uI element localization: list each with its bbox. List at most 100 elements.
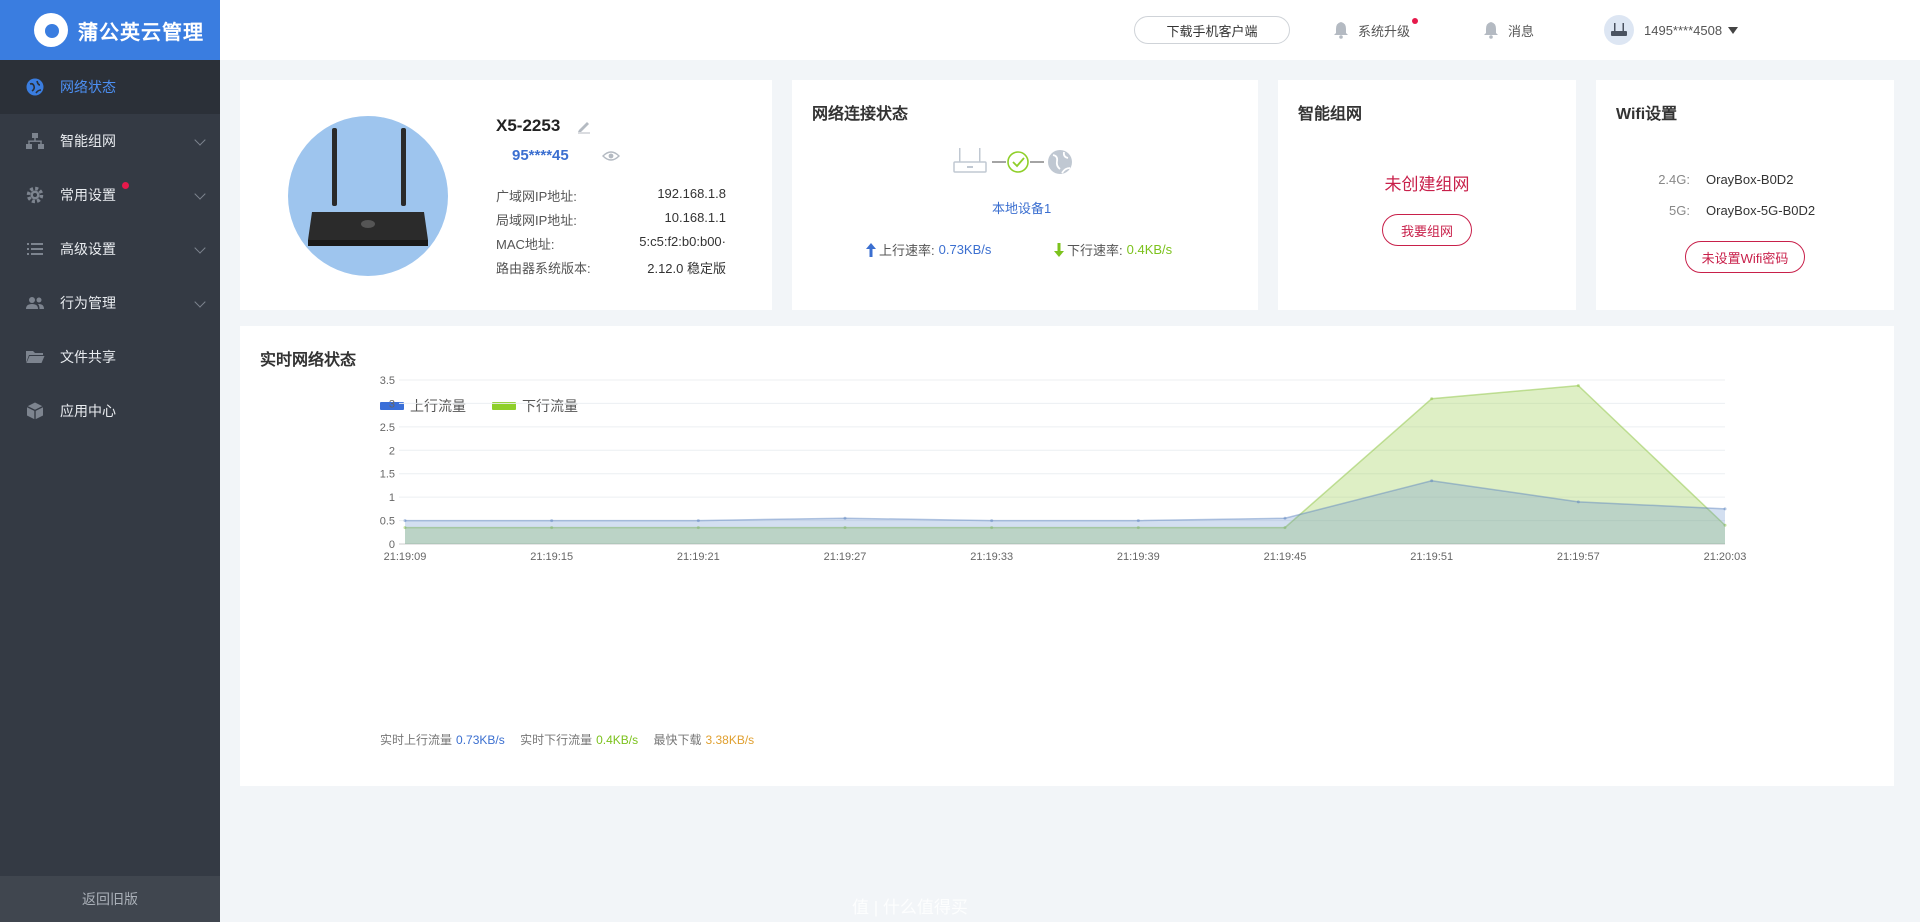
card-title: Wifi设置 [1616,106,1678,123]
x-tick-label: 21:20:03 [1704,551,1747,563]
data-point [1723,507,1727,511]
x-tick-label: 21:19:45 [1264,551,1307,563]
download-label: 下行速率: [1067,243,1123,258]
x-tick-label: 21:19:57 [1557,551,1600,563]
x-tick-label: 21:19:51 [1410,551,1453,563]
sidebar-item-label: 常用设置 [60,187,116,203]
chevron-down-icon [194,134,206,146]
globe-icon [24,76,46,98]
data-point [1576,384,1580,388]
logo-icon [34,13,68,47]
sidebar-item-behavior-management[interactable]: 行为管理 [0,276,220,330]
download-client-button[interactable]: 下载手机客户端 [1134,16,1290,44]
smart-network-card: 智能组网 未创建组网 我要组网 [1278,80,1576,310]
download-value: 0.4KB/s [1126,242,1173,257]
chevron-down-icon [194,188,206,200]
list-icon [24,238,46,260]
band-label: 5G: [1669,203,1690,218]
data-point [1430,479,1434,483]
sidebar-item-label: 网络状态 [60,79,116,95]
y-tick-label: 1 [389,492,395,504]
sidebar-item-app-center[interactable]: 应用中心 [0,384,220,438]
sidebar-item-advanced-settings[interactable]: 高级设置 [0,222,220,276]
wifi-card: Wifi设置 2.4G: OrayBox-B0D2 5G: OrayBox-5G… [1596,80,1894,310]
stat-down-label: 实时下行流量 [520,733,593,747]
folder-icon [24,346,46,368]
y-tick-label: 0.5 [380,516,395,528]
check-icon [1007,151,1029,173]
back-to-old-version-button[interactable]: 返回旧版 [0,876,220,922]
top-header: 下载手机客户端 系统升级 消息 1495****4508 [220,0,1920,60]
create-network-button[interactable]: 我要组网 [1382,214,1472,246]
device-sn: 95****45 [512,147,569,164]
x-tick-label: 21:19:27 [824,551,867,563]
smart-network-status: 未创建组网 [1384,175,1470,194]
sidebar: 蒲公英云管理 网络状态 智能组网 常用设置 高级设置 行为管理 文件共享 应用中… [0,0,220,922]
globe-icon [1048,150,1072,174]
device-name: X5-2253 [496,116,561,135]
lan-ip-value: 10.168.1.1 [664,210,726,225]
card-title: 智能组网 [1298,106,1363,123]
stat-max-label: 最快下载 [653,733,702,747]
chevron-down-icon [194,296,206,308]
sidebar-item-file-sharing[interactable]: 文件共享 [0,330,220,384]
lan-ip-label: 局域网IP地址: [496,213,577,228]
router-icon [1611,23,1627,36]
traffic-chart: 0 0.5 1 1.5 2 2.5 3 3.5 21:19:09 21:19:15 21:19:21… [380,375,1747,563]
network-icon [24,130,46,152]
edit-icon[interactable] [576,118,592,134]
firmware-label: 路由器系统版本: [496,261,591,276]
system-upgrade-button[interactable]: 系统升级 [1334,0,1418,60]
bell-icon [1484,22,1498,39]
notification-dot [1412,18,1418,24]
data-point [990,519,994,523]
upload-value: 0.73KB/s [938,242,992,257]
x-tick-label: 21:19:21 [677,551,720,563]
x-tick-label: 21:19:09 [384,551,427,563]
wan-ip-row: 广域网IP地址: 192.168.1.8 [496,186,726,205]
arrow-up-icon [866,242,876,257]
chevron-down-icon [194,242,206,254]
data-point [550,519,554,523]
set-wifi-password-button[interactable]: 未设置Wifi密码 [1685,241,1805,273]
wan-ip-label: 广域网IP地址: [496,189,577,204]
sidebar-item-network-status[interactable]: 网络状态 [0,60,220,114]
band-ssid: OrayBox-5G-B0D2 [1706,203,1816,218]
card-title: 网络连接状态 [812,106,909,123]
sidebar-item-label: 智能组网 [60,133,116,149]
data-point [843,516,847,520]
eye-icon[interactable] [602,150,620,162]
stat-up-label: 实时上行流量 [380,733,453,747]
x-tick-label: 21:19:39 [1117,551,1160,563]
sidebar-item-common-settings[interactable]: 常用设置 [0,168,220,222]
sidebar-item-label: 应用中心 [60,403,116,419]
sidebar-item-smart-network[interactable]: 智能组网 [0,114,220,168]
realtime-status-card: 实时网络状态 上行流量 下行流量 0 0.5 1 1.5 2 2.5 3 3.5 21:19:0… [240,326,1894,786]
traffic-stats: 实时上行流量 0.73KB/s 实时下行流量 0.4KB/s 最快下载 3.38KB/… [380,731,758,748]
router-image [288,116,448,276]
system-upgrade-label: 系统升级 [1358,23,1411,39]
sidebar-item-label: 文件共享 [60,349,116,365]
x-tick-label: 21:19:33 [970,551,1013,563]
y-tick-label: 1.5 [380,469,395,481]
y-tick-label: 0 [389,539,395,551]
local-device-label: 本地设备1 [992,201,1052,216]
account-menu[interactable]: 1495****4508 [1604,0,1739,60]
logo-bar[interactable]: 蒲公英云管理 [0,0,220,60]
download-speed: 下行速率: 0.4KB/s [1054,240,1172,259]
logo-text: 蒲公英云管理 [78,21,204,44]
messages-button[interactable]: 消息 [1484,0,1534,60]
firmware-row: 路由器系统版本: 2.12.0 稳定版 [496,258,726,277]
data-point [403,519,407,523]
x-tick-label: 21:19:15 [530,551,573,563]
mac-label: MAC地址: [496,237,555,252]
band-label: 2.4G: [1658,172,1690,187]
upload-label: 上行速率: [879,243,935,258]
stat-max-value: 3.38KB/s [705,733,755,747]
gear-icon [24,184,46,206]
sidebar-item-label: 行为管理 [60,295,116,311]
device-card: X5-2253 95****45 广域网IP地址: 192.168.1.8 局域… [240,80,772,310]
mac-row: MAC地址: 5:c5:f2:b0:b00· [496,234,726,253]
messages-label: 消息 [1508,23,1535,39]
y-tick-label: 3 [389,398,395,410]
